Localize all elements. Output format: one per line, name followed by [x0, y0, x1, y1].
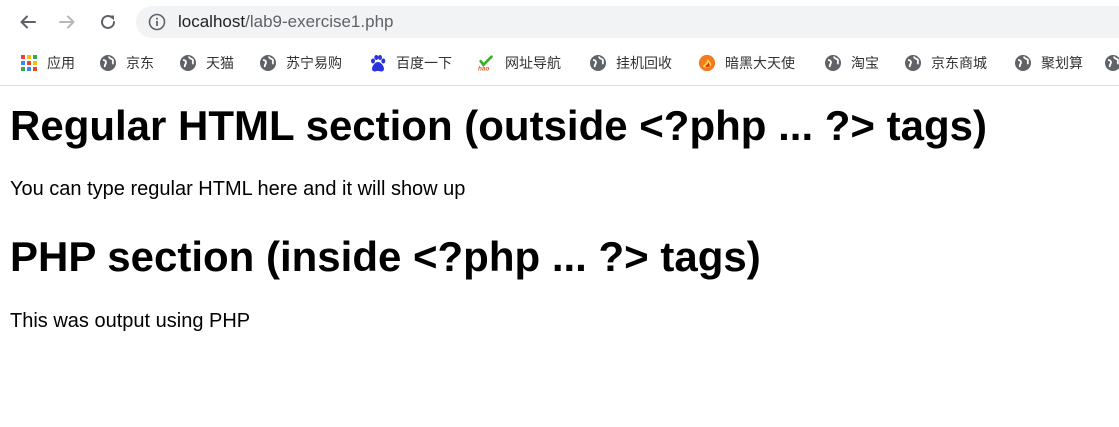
arrow-left-icon — [20, 15, 36, 29]
bookmark-label: 京东商城 — [931, 56, 987, 72]
url-path: /lab9-exercise1.php — [245, 12, 394, 31]
reload-button[interactable] — [94, 8, 122, 36]
heading-html-section: Regular HTML section (outside <?php ... … — [10, 102, 987, 149]
arrow-right-icon — [59, 15, 75, 29]
bookmark-taobao[interactable]: 淘宝 — [824, 52, 879, 74]
bookmark-overflow[interactable] — [1104, 52, 1119, 74]
paragraph-php-section: This was output using PHP — [10, 310, 251, 332]
url-text[interactable]: localhost/lab9-exercise1.php — [178, 11, 393, 33]
forward-button[interactable] — [53, 8, 81, 36]
baidu-paw-icon — [369, 54, 387, 72]
browser-toolbar: localhost/lab9-exercise1.php — [0, 0, 1119, 44]
globe-icon — [824, 54, 842, 72]
paragraph-html-section: You can type regular HTML here and it wi… — [10, 178, 466, 200]
bookmark-label: 挂机回收 — [616, 56, 672, 72]
bookmark-juhuasuan[interactable]: 聚划算 — [1014, 52, 1083, 74]
bookmark-hao[interactable]: hao 网址导航 — [478, 52, 561, 74]
bookmark-label: 苏宁易购 — [286, 56, 342, 72]
address-bar[interactable]: localhost/lab9-exercise1.php — [136, 6, 1119, 38]
bookmark-tmall[interactable]: 天猫 — [179, 52, 234, 74]
bookmark-anhei[interactable]: 暗黑大天使 — [698, 52, 795, 74]
svg-text:hao: hao — [478, 66, 489, 72]
bookmark-label: 天猫 — [206, 56, 234, 72]
bookmark-label: 应用 — [47, 56, 75, 72]
globe-icon — [1014, 54, 1032, 72]
back-button[interactable] — [14, 8, 42, 36]
globe-icon — [259, 54, 277, 72]
bookmark-suning[interactable]: 苏宁易购 — [259, 52, 342, 74]
bookmark-label: 网址导航 — [505, 56, 561, 72]
url-host: localhost — [178, 12, 246, 31]
bookmark-jd-mall[interactable]: 京东商城 — [904, 52, 987, 74]
bookmark-guaji[interactable]: 挂机回收 — [589, 52, 672, 74]
browser-chrome: localhost/lab9-exercise1.php 应用 京东 天猫 苏宁… — [0, 0, 1119, 86]
globe-icon — [589, 54, 607, 72]
bookmark-label: 百度一下 — [396, 56, 452, 72]
chrome-divider — [0, 85, 1119, 86]
bookmark-apps[interactable]: 应用 — [20, 52, 75, 74]
reload-icon — [101, 14, 115, 29]
globe-icon — [904, 54, 922, 72]
globe-icon — [179, 54, 197, 72]
flame-icon — [698, 54, 716, 72]
heading-php-section: PHP section (inside <?php ... ?> tags) — [10, 233, 761, 280]
bookmark-label: 暗黑大天使 — [725, 56, 795, 72]
globe-icon — [1104, 54, 1119, 72]
info-icon[interactable] — [148, 13, 166, 31]
bookmark-jd[interactable]: 京东 — [99, 52, 154, 74]
bookmark-label: 聚划算 — [1041, 56, 1083, 72]
globe-icon — [99, 54, 117, 72]
bookmark-baidu[interactable]: 百度一下 — [369, 52, 452, 74]
apps-grid-icon — [20, 54, 38, 72]
bookmark-label: 京东 — [126, 56, 154, 72]
bookmarks-bar: 应用 京东 天猫 苏宁易购 百度一下 hao 网址导航 挂机回收 暗黑大天使 淘… — [0, 48, 1119, 78]
bookmark-label: 淘宝 — [851, 56, 879, 72]
hao-icon: hao — [478, 54, 496, 72]
